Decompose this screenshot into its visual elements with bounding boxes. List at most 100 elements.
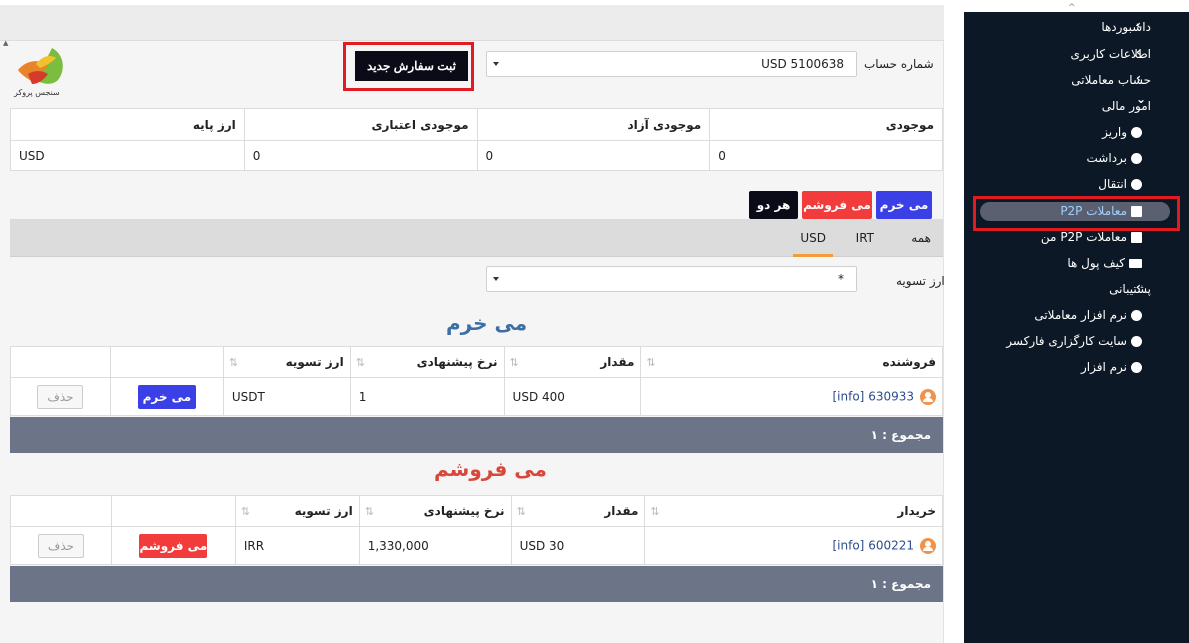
- rate-cell: 1,330,000: [358, 526, 512, 565]
- both-filter-button[interactable]: هر دو: [749, 191, 798, 219]
- column-header[interactable]: ارز تسویه ⇅: [234, 495, 360, 527]
- info-link[interactable]: [info]: [832, 538, 864, 552]
- document-icon: [1131, 206, 1142, 217]
- chevron-left-icon: ‹: [1136, 71, 1141, 85]
- sidebar-item-wallets[interactable]: کیف پول ها: [1067, 256, 1142, 270]
- currency-tabs: همه IRT USD: [10, 219, 943, 257]
- sell-orders-table: خریدار ⇅ مقدار ⇅ نرخ پیشنهادی ⇅ ارز تسوی…: [10, 495, 943, 565]
- sidebar-item-software[interactable]: نرم افزار: [1081, 360, 1142, 374]
- sidebar-sub-label: معاملات P2P من: [1040, 230, 1127, 244]
- home-icon: [1131, 310, 1142, 321]
- balance-value-row: 0 0 0 USD: [10, 140, 943, 171]
- user-icon: [920, 388, 936, 405]
- credit-card-icon: [1129, 259, 1142, 268]
- sidebar-item-deposit[interactable]: واریز: [1102, 125, 1142, 139]
- sidebar-item-trading-software[interactable]: نرم افزار معاملاتی: [1034, 308, 1142, 322]
- user-id-link[interactable]: 630933: [868, 389, 914, 403]
- tab-all[interactable]: همه: [911, 231, 931, 245]
- sort-icon[interactable]: ⇅: [229, 356, 238, 369]
- column-header[interactable]: ارز تسویه ⇅: [222, 346, 351, 378]
- currency-cell: IRR: [234, 526, 360, 565]
- column-header[interactable]: مقدار ⇅: [510, 495, 646, 527]
- sidebar-item-p2p-trades[interactable]: معاملات P2P: [1060, 204, 1142, 218]
- home-icon: [1131, 336, 1142, 347]
- account-select[interactable]: USD 5100638: [486, 51, 857, 77]
- coin-icon: [1131, 179, 1142, 190]
- coin-icon: [1131, 153, 1142, 164]
- logo-text: سنجس پروکر: [14, 88, 60, 97]
- sidebar-sub-label: انتقال: [1098, 177, 1127, 191]
- balance-value: USD: [10, 140, 245, 171]
- sell-button[interactable]: می فروشم: [139, 533, 208, 558]
- delete-cell: حذف: [10, 377, 111, 416]
- balance-header: ارز پایه: [10, 108, 245, 141]
- sidebar-sub-label: سایت کارگزاری فارکسر: [1006, 334, 1127, 348]
- buy-button[interactable]: می خرم: [137, 384, 196, 409]
- balance-header: موجودی آزاد: [476, 108, 711, 141]
- balance-header: موجودی اعتباری: [243, 108, 478, 141]
- settlement-select[interactable]: *: [486, 266, 857, 292]
- amount-cell: 400 USD: [503, 377, 642, 416]
- column-header[interactable]: مقدار ⇅: [503, 346, 642, 378]
- delete-button[interactable]: حذف: [37, 533, 84, 558]
- coin-icon: [1131, 127, 1142, 138]
- currency-cell: USDT: [222, 377, 351, 416]
- sidebar-item-dashboards[interactable]: داشبوردها: [1101, 20, 1151, 34]
- settlement-select-value: *: [838, 272, 844, 286]
- document-icon: [1131, 232, 1142, 243]
- sidebar-item-my-p2p-trades[interactable]: معاملات P2P من: [1041, 230, 1142, 244]
- balance-value: 0: [476, 140, 711, 171]
- buy-section-title: می خرم: [446, 311, 528, 335]
- sell-table-header: خریدار ⇅ مقدار ⇅ نرخ پیشنهادی ⇅ ارز تسوی…: [10, 495, 943, 527]
- chevron-down-icon: ⌄: [1136, 92, 1147, 106]
- chevron-left-icon: ‹: [1136, 45, 1141, 59]
- sidebar-item-withdraw[interactable]: برداشت: [1087, 151, 1142, 165]
- amount-cell: 30 USD: [510, 526, 646, 565]
- seller-cell: 630933 [info]: [640, 377, 943, 416]
- column-header[interactable]: نرخ پیشنهادی ⇅: [349, 346, 505, 378]
- active-tab-indicator: [793, 254, 833, 257]
- column-header[interactable]: فروشنده ⇅: [640, 346, 943, 378]
- scroll-up-icon[interactable]: ▲: [3, 39, 8, 47]
- sort-icon[interactable]: ⇅: [365, 505, 374, 518]
- user-id-link[interactable]: 600221: [868, 538, 914, 552]
- sidebar-scroll-up-icon[interactable]: ^: [1068, 3, 1076, 13]
- column-header-label: خریدار: [897, 504, 936, 518]
- sort-icon[interactable]: ⇅: [510, 356, 519, 369]
- sidebar-item-support[interactable]: پشتیبانی: [1109, 282, 1151, 296]
- sort-icon[interactable]: ⇅: [650, 505, 659, 518]
- new-order-button[interactable]: ثبت سفارش جدید: [355, 51, 468, 81]
- action-cell: می فروشم: [110, 526, 236, 565]
- chart-icon: [1131, 362, 1142, 373]
- column-header-label: نرخ پیشنهادی: [416, 355, 498, 369]
- sell-filter-button[interactable]: می فروشم: [802, 191, 872, 219]
- sidebar-sub-label: معاملات P2P: [1060, 204, 1127, 218]
- sidebar-sub-label: کیف پول ها: [1067, 256, 1125, 270]
- table-row: 600221 [info] 30 USD 1,330,000 IRR می فر…: [10, 526, 943, 565]
- sidebar-item-broker-site[interactable]: سایت کارگزاری فارکسر: [1006, 334, 1142, 348]
- settlement-label: ارز تسویه: [896, 274, 945, 288]
- rate-cell: 1: [349, 377, 505, 416]
- sort-icon[interactable]: ⇅: [241, 505, 250, 518]
- column-header-label: فروشنده: [882, 355, 937, 369]
- dropdown-caret-icon: [493, 62, 499, 66]
- sell-section-title: می فروشم: [434, 457, 547, 481]
- column-header[interactable]: خریدار ⇅: [644, 495, 943, 527]
- info-link[interactable]: [info]: [832, 389, 864, 403]
- buy-filter-button[interactable]: می خرم: [876, 191, 932, 219]
- sort-icon[interactable]: ⇅: [517, 505, 526, 518]
- sidebar-sub-label: نرم افزار: [1080, 360, 1127, 374]
- sidebar-item-transfer[interactable]: انتقال: [1098, 177, 1142, 191]
- column-header[interactable]: نرخ پیشنهادی ⇅: [358, 495, 512, 527]
- tab-usd[interactable]: USD: [800, 231, 826, 245]
- sell-total-bar: مجموع : ۱: [10, 566, 943, 602]
- balance-value: 0: [243, 140, 478, 171]
- tab-irt[interactable]: IRT: [856, 231, 874, 245]
- column-header-label: مقدار: [600, 355, 635, 369]
- user-icon: [920, 537, 936, 554]
- buy-total-bar: مجموع : ۱: [10, 417, 943, 453]
- delete-button[interactable]: حذف: [37, 384, 84, 409]
- sort-icon[interactable]: ⇅: [356, 356, 365, 369]
- action-cell: می خرم: [109, 377, 224, 416]
- sort-icon[interactable]: ⇅: [646, 356, 655, 369]
